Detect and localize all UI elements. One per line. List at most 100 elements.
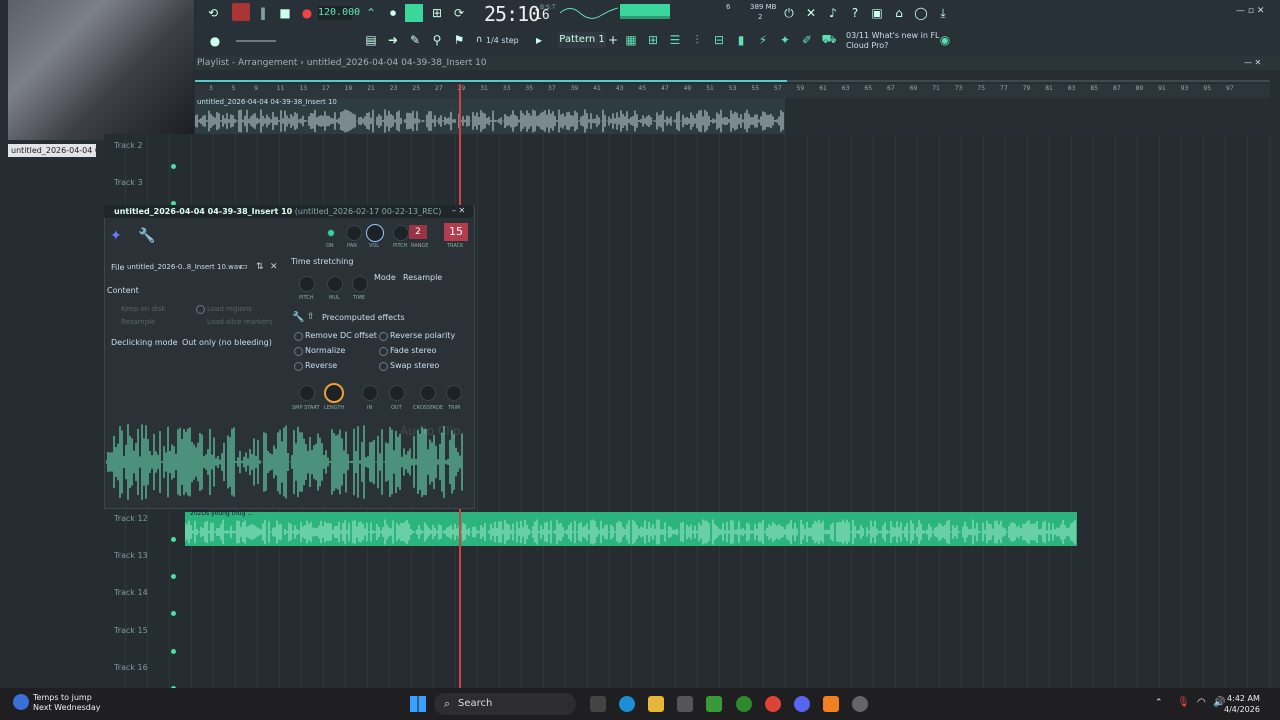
weather-widget[interactable]: Temps to jump Next Wednesday (33, 693, 101, 713)
system-tray-chevron-icon[interactable]: ⌃ (1155, 698, 1163, 708)
pencil-icon[interactable]: ✎ (406, 31, 424, 49)
clip-window-controls[interactable]: – ✕ (452, 206, 465, 215)
sample-start-knob[interactable] (299, 385, 315, 401)
track-label[interactable]: Track 13 (114, 551, 148, 560)
marker-icon[interactable]: ✦ (776, 31, 794, 49)
edge-icon[interactable] (619, 696, 635, 712)
snap-step[interactable]: 1/4 step (486, 36, 519, 45)
trim-knob[interactable] (446, 385, 462, 401)
save-icon[interactable]: ▣ (868, 4, 886, 22)
volume-knob[interactable] (366, 224, 384, 242)
news-panel[interactable]: 03/11 What's new in FL Cloud Pro? (846, 31, 940, 51)
track-label[interactable]: Track 14 (114, 588, 148, 597)
piano-roll-icon[interactable]: ⊞ (644, 31, 662, 49)
reverse-polarity-radio[interactable] (379, 332, 388, 341)
keep-on-disk-option[interactable]: Keep on disk (121, 305, 166, 313)
wrench-tab-icon[interactable]: 🔧 (138, 228, 155, 244)
play-pattern-icon[interactable]: ▸ (530, 31, 548, 49)
microphone-tray-icon[interactable]: 🎙 (1177, 697, 1190, 708)
stretch-mul-knob[interactable] (327, 276, 343, 292)
panic-icon[interactable]: ✕ (802, 4, 820, 22)
track-label[interactable]: Track 15 (114, 626, 148, 635)
on-toggle[interactable] (327, 229, 335, 237)
track-label[interactable]: Track 12 (114, 514, 148, 523)
track-mute-dot[interactable] (171, 537, 176, 542)
out-knob[interactable] (389, 385, 405, 401)
wait-icon[interactable]: ⏺ (384, 4, 402, 22)
tempo-display[interactable]: 120.000 (318, 6, 360, 20)
add-pattern-icon[interactable]: + (604, 31, 622, 49)
stretch-pitch-knob[interactable] (299, 276, 315, 292)
track-label[interactable]: Track 3 (114, 178, 143, 187)
stop-icon[interactable]: ■ (276, 4, 294, 22)
timeline-ruler[interactable]: 3 5 9 11 13 17 19 21 23 25 27 29 31 33 35 37 39 41 43 45 47 4… (195, 84, 1270, 98)
playlist-title-bar[interactable]: Playlist - Arrangement › untitled_2026-0… (195, 56, 1280, 70)
remove-dc-radio[interactable] (294, 332, 303, 341)
fl-studio-icon[interactable] (823, 696, 839, 712)
weather-icon[interactable] (13, 694, 29, 710)
track-mute-dot[interactable] (171, 649, 176, 654)
download-icon[interactable]: ⤓ (934, 4, 952, 22)
clip-window-title[interactable]: untitled_2026-04-04 04-39-38_Insert 10 (… (104, 205, 473, 218)
master-volume-knob[interactable]: ● (206, 32, 224, 50)
pitch-range-display[interactable]: 2 (409, 225, 427, 239)
fade-stereo-radio[interactable] (379, 347, 388, 356)
stretch-time-knob[interactable] (352, 276, 368, 292)
tools-icon[interactable]: ✐ (798, 31, 816, 49)
channel-rack-window-icon[interactable]: ☰ (666, 31, 684, 49)
playlist-icon[interactable]: ▦ (622, 31, 640, 49)
plugin-db-icon[interactable]: ⚡ (754, 31, 772, 49)
microphone-icon[interactable]: ♪ (824, 4, 842, 22)
precomputed-info-icon[interactable]: ⇧ (307, 312, 315, 322)
blend-icon[interactable]: ⊞ (428, 4, 446, 22)
countdown-toggle[interactable] (405, 4, 423, 22)
length-knob[interactable] (324, 383, 344, 403)
folder-icon[interactable]: ▭ (239, 262, 248, 272)
power-icon[interactable]: ⏻ (780, 4, 798, 22)
playlist-window-controls[interactable]: — ✕ (1244, 58, 1261, 67)
load-slice-markers-option[interactable]: Load slice markers (207, 318, 273, 326)
master-pitch-slider[interactable] (236, 40, 276, 42)
help-icon[interactable]: ? (846, 4, 864, 22)
start-icon[interactable] (410, 696, 426, 712)
track-mute-dot[interactable] (171, 574, 176, 579)
song-mode-toggle[interactable] (232, 3, 250, 21)
file-explorer-icon[interactable] (648, 696, 664, 712)
swap-stereo-radio[interactable] (379, 362, 388, 371)
steam-icon[interactable] (852, 696, 868, 712)
store-icon[interactable] (677, 696, 693, 712)
chat-icon[interactable]: ◯ (912, 4, 930, 22)
xbox-icon[interactable] (736, 696, 752, 712)
pitch-knob[interactable] (393, 225, 409, 241)
pause-icon[interactable]: ‖ (254, 4, 272, 22)
normalize-radio[interactable] (294, 347, 303, 356)
track-mute-dot[interactable] (171, 611, 176, 616)
plugin-icon[interactable]: ⌂ (890, 4, 908, 22)
channel-rack-icon[interactable]: ▤ (362, 31, 380, 49)
reverse-radio[interactable] (294, 362, 303, 371)
edit-file-icon[interactable]: ⇅ (256, 262, 264, 272)
declicking-select[interactable]: Out only (no bleeding) (182, 338, 272, 347)
crossfade-knob[interactable] (420, 385, 436, 401)
discord-icon[interactable] (794, 696, 810, 712)
metronome-icon[interactable]: ⌃ (362, 4, 380, 22)
window-controls[interactable]: — ▫ ✕ (1236, 6, 1264, 16)
mixer-track-display[interactable]: 15 (444, 223, 468, 241)
clock[interactable]: 4:42 AM 4/4/2026 (1224, 693, 1260, 715)
chrome-icon[interactable] (765, 696, 781, 712)
fl-cloud-icon[interactable]: ◉ (936, 31, 954, 49)
stamp-icon[interactable]: ⚑ (450, 31, 468, 49)
resample-option[interactable]: Resample (121, 318, 155, 326)
undo-icon[interactable]: ⟲ (204, 4, 222, 22)
file-name[interactable]: untitled_2026-0..8_Insert 10.wav (127, 263, 242, 271)
taskbar-search[interactable]: Search (434, 693, 576, 715)
mode-select[interactable]: Resample (403, 273, 442, 282)
clipboard-icon[interactable]: ▮ (732, 31, 750, 49)
wifi-icon[interactable]: ◠ (1197, 697, 1206, 708)
mixer-icon[interactable]: ⫶ (688, 31, 706, 49)
track-label[interactable]: Track 16 (114, 663, 148, 672)
browser-icon[interactable]: ⊟ (710, 31, 728, 49)
task-view-icon[interactable] (590, 696, 606, 712)
minecraft-icon[interactable] (706, 696, 722, 712)
loop-record-icon[interactable]: ⟳ (450, 4, 468, 22)
